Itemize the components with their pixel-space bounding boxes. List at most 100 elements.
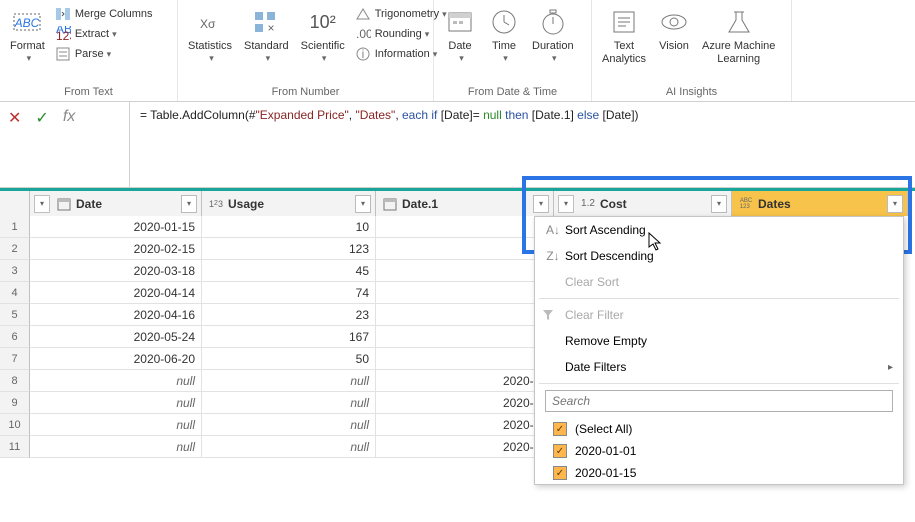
row-header[interactable]: 11 (0, 436, 30, 458)
cell-date[interactable]: null (30, 436, 202, 458)
statistics-label: Statistics (188, 40, 232, 53)
row-header[interactable]: 2 (0, 238, 30, 260)
text-analytics-label: Text Analytics (602, 40, 646, 66)
cell-usage[interactable]: null (202, 414, 376, 436)
calendar-icon (380, 197, 400, 211)
cell-date[interactable]: null (30, 370, 202, 392)
parse-button[interactable]: Parse ▾ (51, 44, 157, 64)
date-filters-label: Date Filters (565, 360, 888, 374)
trig-icon (355, 6, 371, 22)
filter-search-input[interactable] (545, 390, 893, 412)
cell-usage[interactable]: 45 (202, 260, 376, 282)
cell-date1[interactable] (376, 238, 554, 260)
vision-label: Vision (659, 40, 689, 53)
row-header[interactable]: 3 (0, 260, 30, 282)
type-dropdown[interactable]: ▾ (34, 195, 50, 213)
standard-button[interactable]: × Standard ▾ (238, 2, 295, 68)
svg-text:i: i (361, 47, 364, 61)
date-filters-item[interactable]: Date Filters ▸ (535, 354, 903, 380)
select-all-checkbox[interactable]: ✓ (Select All) (535, 418, 903, 440)
filter-dropdown[interactable]: ▾ (533, 195, 549, 213)
group-label-ai: AI Insights (596, 84, 787, 101)
group-label-from-text: From Text (4, 84, 173, 101)
cell-date1[interactable]: 2020-02 (376, 392, 554, 414)
cell-usage[interactable]: 167 (202, 326, 376, 348)
row-header[interactable]: 1 (0, 216, 30, 238)
filter-value-checkbox[interactable]: ✓ 2020-01-15 (535, 462, 903, 484)
scientific-button[interactable]: 10² Scientific ▾ (295, 2, 351, 68)
cell-date[interactable]: null (30, 392, 202, 414)
column-header-date1[interactable]: Date.1 ▾ (376, 191, 554, 216)
cell-usage[interactable]: 123 (202, 238, 376, 260)
cell-date[interactable]: 2020-03-18 (30, 260, 202, 282)
filter-value-checkbox[interactable]: ✓ 2020-01-01 (535, 440, 903, 462)
merge-columns-button[interactable]: Merge Columns (51, 4, 157, 24)
cell-date[interactable]: 2020-05-24 (30, 326, 202, 348)
sort-desc-icon: Z↓ (541, 249, 565, 263)
format-button[interactable]: ABC Format ▾ (4, 2, 51, 68)
text-analytics-button[interactable]: Text Analytics (596, 2, 652, 70)
column-name: Date (74, 197, 181, 211)
row-header[interactable]: 5 (0, 304, 30, 326)
filter-dropdown[interactable]: ▾ (181, 195, 197, 213)
sort-descending-item[interactable]: Z↓ Sort Descending (535, 243, 903, 269)
cell-date1[interactable]: 2020-03 (376, 414, 554, 436)
formula-text[interactable]: = Table.AddColumn(#"Expanded Price", "Da… (130, 102, 915, 187)
clear-sort-item[interactable]: Clear Sort (535, 269, 903, 295)
column-header-cost[interactable]: ▾ 1.2 Cost ▾ (554, 191, 732, 216)
row-header[interactable]: 7 (0, 348, 30, 370)
remove-empty-item[interactable]: Remove Empty (535, 328, 903, 354)
cancel-icon[interactable]: ✕ (8, 108, 21, 128)
text-analytics-icon (608, 6, 640, 38)
row-header[interactable]: 4 (0, 282, 30, 304)
column-header-date[interactable]: ▾ Date ▾ (30, 191, 202, 216)
select-all-corner[interactable] (0, 191, 30, 216)
svg-text:ABC: ABC (14, 16, 40, 30)
cell-date1[interactable] (376, 216, 554, 238)
cell-date1[interactable] (376, 304, 554, 326)
row-header[interactable]: 8 (0, 370, 30, 392)
duration-button[interactable]: Duration ▾ (526, 2, 580, 68)
cell-usage[interactable]: 74 (202, 282, 376, 304)
filter-dropdown[interactable]: ▾ (711, 195, 727, 213)
cell-date1[interactable] (376, 282, 554, 304)
filter-dropdown[interactable]: ▾ (355, 195, 371, 213)
cell-date1[interactable] (376, 348, 554, 370)
cell-date1[interactable]: 2020-01 (376, 370, 554, 392)
cell-date[interactable]: 2020-06-20 (30, 348, 202, 370)
accept-icon[interactable]: ✓ (35, 108, 48, 128)
type-dropdown[interactable]: ▾ (558, 195, 574, 213)
fx-icon[interactable]: fx (63, 108, 75, 126)
sort-ascending-item[interactable]: A↓ Sort Ascending (535, 217, 903, 243)
svg-text:×: × (268, 21, 275, 35)
row-header[interactable]: 9 (0, 392, 30, 414)
statistics-button[interactable]: Χσ Statistics ▾ (182, 2, 238, 68)
cell-date[interactable]: null (30, 414, 202, 436)
time-button[interactable]: Time ▾ (482, 2, 526, 68)
cell-date1[interactable] (376, 260, 554, 282)
vision-button[interactable]: Vision (652, 2, 696, 57)
clear-filter-item[interactable]: Clear Filter (535, 302, 903, 328)
cell-date1[interactable]: 2020-04 (376, 436, 554, 458)
cell-date[interactable]: 2020-04-16 (30, 304, 202, 326)
row-header[interactable]: 6 (0, 326, 30, 348)
column-header-dates[interactable]: ABC123 Dates ▾ (732, 191, 908, 216)
cell-date1[interactable] (376, 326, 554, 348)
cell-usage[interactable]: 23 (202, 304, 376, 326)
date-button[interactable]: Date ▾ (438, 2, 482, 68)
extract-button[interactable]: ABC123 Extract ▾ (51, 24, 157, 44)
row-header[interactable]: 10 (0, 414, 30, 436)
cell-usage[interactable]: null (202, 436, 376, 458)
cell-date[interactable]: 2020-01-15 (30, 216, 202, 238)
checkbox-icon: ✓ (553, 466, 567, 480)
cell-date[interactable]: 2020-02-15 (30, 238, 202, 260)
any-type-icon: ABC123 (736, 198, 756, 210)
filter-dropdown[interactable]: ▾ (887, 195, 903, 213)
cell-usage[interactable]: 10 (202, 216, 376, 238)
cell-date[interactable]: 2020-04-14 (30, 282, 202, 304)
cell-usage[interactable]: null (202, 392, 376, 414)
column-header-usage[interactable]: 123 Usage ▾ (202, 191, 376, 216)
aml-button[interactable]: Azure Machine Learning (696, 2, 781, 70)
cell-usage[interactable]: null (202, 370, 376, 392)
cell-usage[interactable]: 50 (202, 348, 376, 370)
